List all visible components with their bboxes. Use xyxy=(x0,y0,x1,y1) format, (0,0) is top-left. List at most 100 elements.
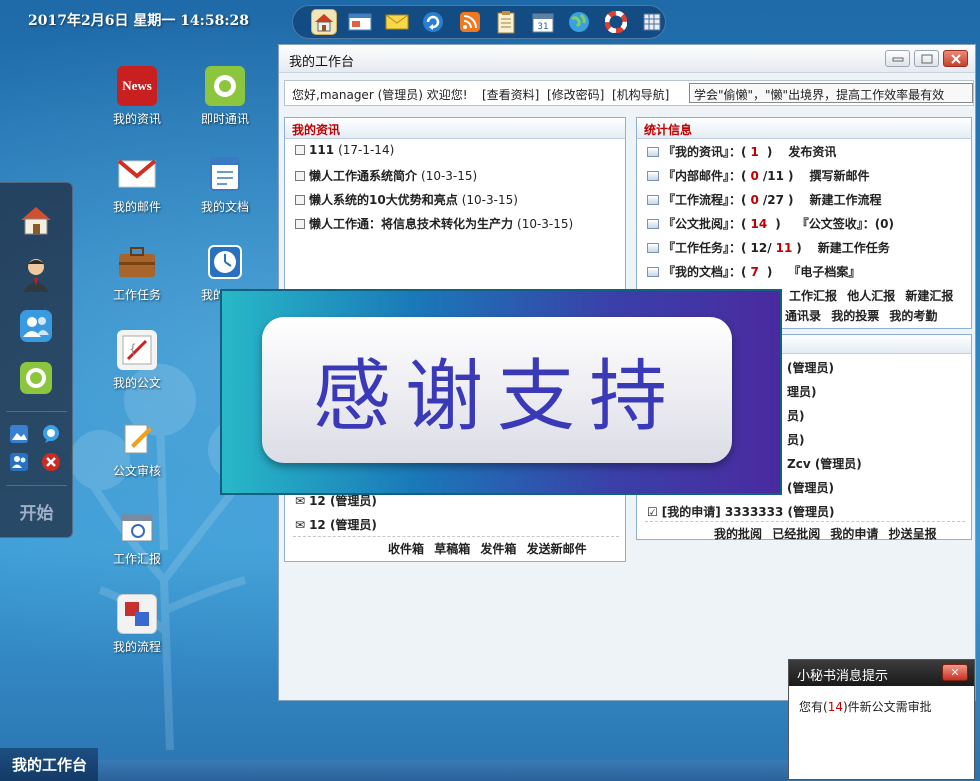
my-review-link[interactable]: 我的批阅 xyxy=(714,527,762,541)
thanks-banner: 感谢支持 xyxy=(220,289,782,495)
notification-close-button[interactable]: ✕ xyxy=(942,664,968,681)
doc-icon xyxy=(295,218,305,229)
cc-report-link[interactable]: 抄送呈报 xyxy=(889,527,937,541)
desktop-icon-report[interactable]: 工作汇报 xyxy=(99,506,175,567)
chat-icon[interactable] xyxy=(17,359,55,397)
window-icon xyxy=(647,194,659,205)
window-icon xyxy=(647,146,659,157)
contacts-link[interactable]: 通讯录 xyxy=(785,309,821,323)
stats-row[interactable]: 『我的文档』：(7) 『电子档案』 xyxy=(647,263,860,280)
desktop-icon-news[interactable]: News 我的资讯 xyxy=(99,66,175,127)
desktop-icon-document[interactable]: { 我的公文 xyxy=(99,330,175,391)
list-item[interactable]: 111 (17-1-14) xyxy=(295,143,394,157)
stats-row[interactable]: 『内部邮件』：(0/11) 撰写新邮件 xyxy=(647,167,869,184)
envelope-icon: ✉ xyxy=(295,493,306,508)
rss-icon[interactable] xyxy=(457,9,483,35)
contacts-icon[interactable] xyxy=(17,307,55,345)
home-icon[interactable] xyxy=(17,201,55,239)
change-password-link[interactable]: [修改密码] xyxy=(547,86,604,103)
svg-text:31: 31 xyxy=(537,22,548,32)
attendance-link[interactable]: 我的考勤 xyxy=(889,309,937,323)
stats-panel-title: 统计信息 xyxy=(637,118,971,139)
stats-row[interactable]: 『公文批阅』：(14) 『公文签收』：(0) xyxy=(647,215,894,232)
my-application-link[interactable]: 我的申请 xyxy=(830,527,878,541)
list-item[interactable]: 懒人工作通系统简介 (10-3-15) xyxy=(295,167,477,184)
start-button[interactable]: 开始 xyxy=(0,499,73,524)
desktop-icon-mail[interactable]: 我的邮件 xyxy=(99,154,175,215)
stats-row[interactable]: 『工作任务』：(12/11) 新建工作任务 xyxy=(647,239,890,256)
view-profile-link[interactable]: [查看资料] xyxy=(482,86,539,103)
calendar-icon[interactable]: 31 xyxy=(530,9,556,35)
desktop-icon-task[interactable]: 工作任务 xyxy=(99,242,175,303)
image-icon[interactable] xyxy=(8,423,30,445)
window-titlebar[interactable]: 我的工作台 xyxy=(279,45,975,73)
stats-row[interactable]: 『工作流程』：(0/27) 新建工作流程 xyxy=(647,191,881,208)
left-dock: 开始 xyxy=(0,182,73,538)
globe-icon[interactable] xyxy=(567,9,593,35)
lifebuoy-icon[interactable] xyxy=(603,9,629,35)
approval-item[interactable]: 员) xyxy=(787,407,805,424)
close-button[interactable] xyxy=(943,50,968,67)
gmail-icon xyxy=(117,154,157,194)
stats-row[interactable]: 『我的资讯』：(1) 发布资讯 xyxy=(647,143,836,160)
window-title: 我的工作台 xyxy=(289,55,355,70)
doc-icon xyxy=(295,170,305,181)
approval-item[interactable]: ☑ [我的申请] 3333333 (管理员) xyxy=(647,503,835,520)
home-icon[interactable] xyxy=(311,9,337,35)
approval-item[interactable]: 理员) xyxy=(787,383,817,400)
svg-text:{: { xyxy=(129,342,137,356)
approval-item[interactable]: Zcv (管理员) xyxy=(787,455,862,472)
work-report-link[interactable]: 工作汇报 xyxy=(789,289,837,303)
desktop-icon-files[interactable]: 我的文档 xyxy=(187,154,263,215)
slogan-marquee: 学会"偷懒"，"懒"出境界，提高工作效率最有效 xyxy=(689,83,973,103)
org-nav-link[interactable]: [机构导航] xyxy=(612,86,669,103)
outbox-link[interactable]: 发件箱 xyxy=(480,542,516,556)
window-icon xyxy=(647,266,659,277)
approval-item[interactable]: 员) xyxy=(787,431,805,448)
notification-message[interactable]: 您有(14)件新公文需审批 xyxy=(789,686,974,727)
others-report-link[interactable]: 他人汇报 xyxy=(847,289,895,303)
news-panel-title: 我的资讯 xyxy=(285,118,625,139)
notes-icon[interactable] xyxy=(494,9,520,35)
approval-item[interactable]: (管理员) xyxy=(787,479,834,496)
new-report-link[interactable]: 新建汇报 xyxy=(905,289,953,303)
desktop-icon-im[interactable]: 即时通讯 xyxy=(187,66,263,127)
maximize-button[interactable] xyxy=(914,50,939,67)
report-calendar-icon xyxy=(117,506,157,546)
checkbox-edit-icon: ☑ xyxy=(647,504,658,519)
refresh-icon[interactable] xyxy=(421,9,447,35)
mail-icon[interactable] xyxy=(384,9,410,35)
envelope-icon: ✉ xyxy=(295,517,306,532)
doc-icon xyxy=(295,194,305,205)
list-item[interactable]: 懒人工作通：将信息技术转化为生产力 (10-3-15) xyxy=(295,215,573,232)
user-avatar-icon[interactable] xyxy=(17,255,55,293)
datetime-clock: 2017年2月6日 星期一 14:58:28 xyxy=(28,13,249,29)
users-icon[interactable] xyxy=(8,451,30,473)
notification-popup: 小秘书消息提示 ✕ 您有(14)件新公文需审批 xyxy=(788,659,975,780)
bubble-icon[interactable] xyxy=(40,423,62,445)
window-icon[interactable] xyxy=(348,9,374,35)
reviewed-link[interactable]: 已经批阅 xyxy=(772,527,820,541)
desktop-icon-review[interactable]: 公文审核 xyxy=(99,418,175,479)
window-icon xyxy=(647,170,659,181)
document-icon xyxy=(205,154,245,194)
report-links: 工作汇报 他人汇报 新建汇报 xyxy=(789,287,959,304)
compose-mail-link[interactable]: 发送新邮件 xyxy=(527,542,587,556)
welcome-bar: 您好,manager (管理员) 欢迎您! [查看资料] [修改密码] [机构导… xyxy=(284,80,974,106)
quick-launch-bar: 31 xyxy=(292,5,666,39)
my-vote-link[interactable]: 我的投票 xyxy=(831,309,879,323)
list-item[interactable]: 懒人系统的10大优势和亮点 (10-3-15) xyxy=(295,191,518,208)
misc-links: 通讯录 我的投票 我的考勤 xyxy=(785,307,943,324)
close-icon[interactable] xyxy=(40,451,62,473)
approval-item[interactable]: (管理员) xyxy=(787,359,834,376)
mail-list-item[interactable]: ✉ 12 (管理员) xyxy=(295,516,377,533)
clock-icon xyxy=(205,242,245,282)
drafts-link[interactable]: 草稿箱 xyxy=(434,542,470,556)
workflow-icon xyxy=(117,594,157,634)
taskbar-workbench-button[interactable]: 我的工作台 xyxy=(0,748,98,781)
minimize-button[interactable] xyxy=(885,50,910,67)
grid-icon[interactable] xyxy=(640,9,666,35)
inbox-link[interactable]: 收件箱 xyxy=(388,542,424,556)
review-pencil-icon xyxy=(117,418,157,458)
desktop-icon-workflow[interactable]: 我的流程 xyxy=(99,594,175,655)
